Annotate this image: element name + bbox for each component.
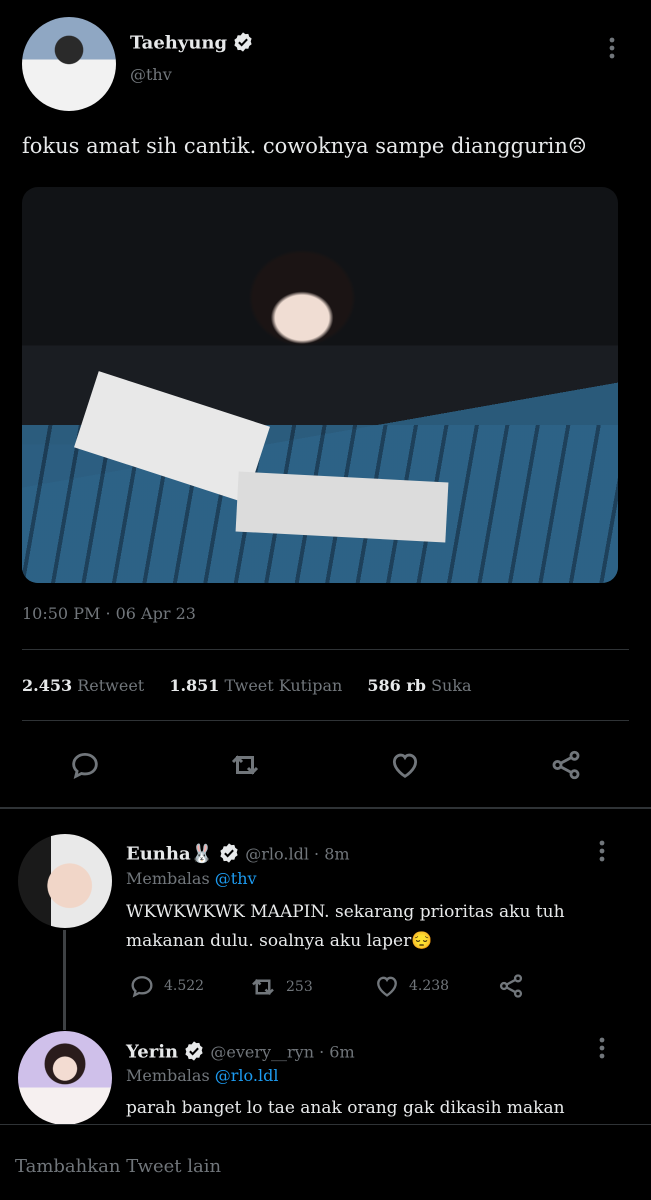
- like-count[interactable]: 586 rb: [367, 676, 426, 695]
- reply-count: 4.522: [164, 978, 205, 994]
- replying-to: Membalas @rlo.ldl: [126, 1066, 278, 1085]
- reply-author-name[interactable]: Eunha: [126, 844, 191, 865]
- verified-badge-icon: [232, 31, 254, 57]
- thread-line: [63, 930, 66, 1030]
- retweet-count: 253: [286, 979, 313, 995]
- like-count: 4.238: [409, 978, 450, 994]
- reply-text: WKWKWKWK MAAPIN. sekarang prioritas aku …: [126, 898, 636, 956]
- like-icon: [377, 976, 397, 997]
- author-name[interactable]: Taehyung: [130, 33, 227, 54]
- reply-avatar[interactable]: [18, 1031, 112, 1125]
- quote-count[interactable]: 1.851: [169, 676, 219, 695]
- reply-time: 8m: [324, 844, 350, 864]
- divider: [22, 720, 629, 721]
- tweet-stats: 2.453 Retweet 1.851 Tweet Kutipan 586 rb…: [22, 676, 492, 695]
- more-vertical-icon[interactable]: [594, 839, 610, 868]
- tweet-text: fokus amat sih cantik. cowoknya sampe di…: [22, 134, 587, 158]
- tweet-date: 06 Apr 23: [115, 604, 196, 623]
- retweet-icon: [252, 978, 274, 996]
- like-label[interactable]: Suka: [431, 676, 472, 695]
- tweet-timestamp[interactable]: 10:50 PM · 06 Apr 23: [22, 604, 196, 623]
- verified-badge-icon: [183, 1040, 205, 1066]
- reply-header: Yerin @every__ryn · 6m: [126, 1040, 355, 1066]
- section-divider: [0, 807, 651, 809]
- reply-text: parah banget lo tae anak orang gak dikas…: [126, 1098, 565, 1118]
- separator-dot: ·: [105, 604, 116, 623]
- author-avatar[interactable]: [22, 17, 116, 111]
- reply-like-button[interactable]: 4.238: [373, 972, 449, 1000]
- replying-to: Membalas @thv: [126, 869, 257, 888]
- photo-paper: [235, 471, 449, 543]
- like-button[interactable]: [385, 745, 425, 785]
- replying-to-handle[interactable]: @rlo.ldl: [215, 1066, 279, 1085]
- retweet-count[interactable]: 2.453: [22, 676, 72, 695]
- reply-retweet-button[interactable]: 253: [248, 972, 313, 1002]
- retweet-icon: [231, 755, 259, 775]
- like-icon: [392, 753, 418, 778]
- reply-avatar[interactable]: [18, 834, 112, 928]
- divider: [22, 649, 629, 650]
- tweet-photo[interactable]: [22, 187, 618, 583]
- retweet-label[interactable]: Retweet: [77, 676, 144, 695]
- share-button[interactable]: [546, 745, 586, 785]
- reply-author-handle[interactable]: @rlo.ldl: [245, 845, 309, 864]
- quote-label[interactable]: Tweet Kutipan: [225, 676, 343, 695]
- reply-author-handle[interactable]: @every__ryn: [210, 1043, 314, 1062]
- share-icon: [499, 974, 523, 998]
- share-icon: [552, 750, 580, 780]
- rabbit-emoji-icon: 🐰: [190, 843, 214, 865]
- more-vertical-icon[interactable]: [604, 36, 620, 65]
- reply-icon: [131, 976, 153, 998]
- verified-badge-icon: [218, 842, 240, 868]
- reply-text-line: makanan dulu. soalnya aku laper😔: [126, 931, 433, 951]
- retweet-button[interactable]: [225, 745, 265, 785]
- reply-text-line: WKWKWKWK MAAPIN. sekarang prioritas aku …: [126, 902, 565, 922]
- more-vertical-icon[interactable]: [594, 1036, 610, 1065]
- footer-divider: [0, 1124, 651, 1125]
- reply-header: Eunha🐰 @rlo.ldl · 8m: [126, 842, 350, 868]
- separator-dot: ·: [319, 1042, 330, 1062]
- reply-reply-button[interactable]: 4.522: [128, 972, 204, 1000]
- author-handle[interactable]: @thv: [130, 65, 172, 84]
- reply-icon: [72, 752, 98, 779]
- tweet-time: 10:50 PM: [22, 604, 101, 623]
- separator-dot: ·: [314, 844, 325, 864]
- replying-to-handle[interactable]: @thv: [215, 869, 257, 888]
- reply-author-name[interactable]: Yerin: [126, 1042, 178, 1063]
- replying-label: Membalas: [126, 1066, 210, 1085]
- reply-button[interactable]: [65, 745, 105, 785]
- reply-time: 6m: [329, 1042, 355, 1062]
- add-tweet-button[interactable]: Tambahkan Tweet lain: [15, 1156, 221, 1177]
- replying-label: Membalas: [126, 869, 210, 888]
- reply-share-button[interactable]: [497, 972, 525, 1000]
- author-name-row[interactable]: Taehyung: [130, 31, 254, 57]
